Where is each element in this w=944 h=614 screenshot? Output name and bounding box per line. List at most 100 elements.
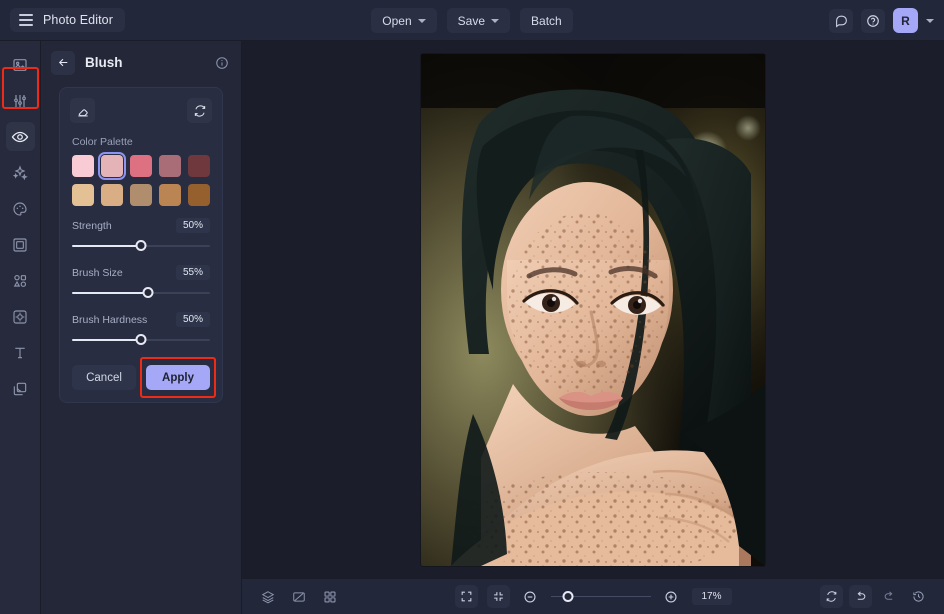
bottom-bar-right-group: [820, 585, 930, 608]
text-icon: [15, 347, 25, 358]
undo-icon: [857, 591, 866, 600]
slider-knob[interactable]: [142, 287, 154, 298]
slider-brush-hardness: Brush Hardness 50%: [70, 312, 212, 347]
slider-track[interactable]: [72, 239, 210, 253]
bottom-bar: 17%: [242, 578, 944, 614]
sidebar-item-retouch[interactable]: [5, 122, 35, 151]
sidebar-item-blur[interactable]: [6, 302, 35, 331]
history-button[interactable]: [907, 585, 930, 608]
slider-header: Brush Hardness 50%: [72, 312, 210, 327]
slider-brush-size: Brush Size 55%: [70, 265, 212, 300]
apply-button-wrapper: Apply: [140, 357, 216, 398]
slider-label: Brush Hardness: [72, 313, 148, 326]
question-circle-icon: [867, 14, 879, 27]
slider-track[interactable]: [72, 333, 210, 347]
slider-knob[interactable]: [135, 240, 147, 251]
zoom-slider-knob[interactable]: [562, 590, 573, 602]
frame-icon: [13, 237, 27, 252]
sidebar-item-shapes[interactable]: [6, 266, 35, 295]
panel-back-button[interactable]: [51, 50, 75, 75]
copy-layers-icon: [13, 382, 27, 395]
refresh-icon: [194, 104, 205, 117]
shapes-icon: [13, 274, 27, 287]
minus-circle-icon: [524, 590, 536, 603]
chevron-down-icon: [417, 18, 426, 23]
save-button[interactable]: Save: [446, 8, 511, 33]
color-swatch[interactable]: [72, 184, 94, 206]
apply-button[interactable]: Apply: [146, 365, 210, 390]
sparkles-icon: [12, 164, 28, 180]
eraser-button[interactable]: [70, 98, 95, 123]
slider-fill: [72, 245, 141, 247]
tool-rail: [0, 41, 41, 614]
sliders-icon: [14, 94, 26, 107]
feedback-button[interactable]: [829, 8, 853, 33]
actual-size-button[interactable]: [486, 585, 510, 608]
slider-value: 55%: [175, 265, 210, 280]
slider-value: 50%: [175, 218, 210, 233]
color-swatch-selected[interactable]: [98, 152, 126, 180]
zoom-slider[interactable]: [550, 590, 651, 604]
eraser-icon: [77, 108, 88, 116]
top-bar: Photo Editor Open Save Batch R: [0, 0, 944, 41]
sidebar-item-image[interactable]: [6, 50, 35, 79]
slider-value: 50%: [175, 312, 210, 327]
zoom-out-button[interactable]: [519, 585, 542, 608]
comment-icon: [835, 15, 847, 28]
open-button[interactable]: Open: [371, 8, 437, 33]
fit-screen-icon: [461, 591, 471, 602]
slider-fill: [72, 339, 141, 341]
batch-button-label: Batch: [531, 13, 562, 28]
panel-info-button[interactable]: [215, 56, 229, 70]
canvas-area[interactable]: [242, 41, 944, 578]
fit-screen-button[interactable]: [454, 585, 478, 608]
slider-track[interactable]: [72, 286, 210, 300]
color-swatch[interactable]: [159, 155, 181, 177]
slider-label: Brush Size: [72, 266, 123, 279]
zoom-level-value[interactable]: 17%: [691, 588, 732, 605]
undo-button[interactable]: [849, 585, 872, 608]
sidebar-item-text[interactable]: [6, 338, 35, 367]
history-icon: [913, 591, 924, 602]
sidebar-item-frame[interactable]: [6, 230, 35, 259]
photo-image[interactable]: [421, 53, 765, 566]
panel-header: Blush: [41, 41, 241, 84]
card-tool-row: [70, 98, 212, 123]
color-swatch[interactable]: [130, 155, 152, 177]
top-bar-right-group: R: [829, 0, 934, 41]
zoom-in-button[interactable]: [660, 585, 683, 608]
swatch-row-1: [70, 152, 212, 180]
batch-button[interactable]: Batch: [520, 8, 573, 33]
refresh-icon: [826, 591, 837, 602]
sidebar-item-adjust[interactable]: [6, 86, 35, 115]
color-swatch[interactable]: [188, 155, 210, 177]
sidebar-item-effects[interactable]: [6, 158, 35, 187]
slider-strength: Strength 50%: [70, 218, 212, 253]
color-swatch[interactable]: [72, 155, 94, 177]
redo-icon: [884, 591, 893, 600]
panel-action-buttons: Cancel Apply: [70, 357, 216, 398]
color-palette-label: Color Palette: [72, 136, 133, 148]
sidebar-item-layers[interactable]: [6, 374, 35, 403]
color-swatch[interactable]: [101, 184, 123, 206]
reset-settings-button[interactable]: [187, 98, 212, 123]
save-button-label: Save: [457, 13, 486, 28]
image-icon: [13, 58, 27, 71]
help-button[interactable]: [861, 8, 885, 33]
color-swatch[interactable]: [159, 184, 181, 206]
color-swatch[interactable]: [188, 184, 210, 206]
open-button-label: Open: [382, 13, 412, 28]
avatar[interactable]: R: [893, 8, 918, 33]
info-circle-icon: [216, 56, 228, 69]
cancel-button[interactable]: Cancel: [72, 365, 136, 390]
chevron-down-icon[interactable]: [926, 18, 934, 23]
reset-view-button[interactable]: [820, 585, 843, 608]
sidebar-item-color[interactable]: [6, 194, 35, 223]
blush-settings-card: Color Palette Strength 50% Brush Size 55…: [59, 87, 223, 403]
redo-button[interactable]: [878, 585, 901, 608]
collapse-icon: [493, 592, 503, 601]
slider-label: Strength: [72, 219, 112, 232]
slider-knob[interactable]: [135, 334, 147, 345]
color-swatch[interactable]: [130, 184, 152, 206]
arrow-left-icon: [58, 58, 67, 67]
